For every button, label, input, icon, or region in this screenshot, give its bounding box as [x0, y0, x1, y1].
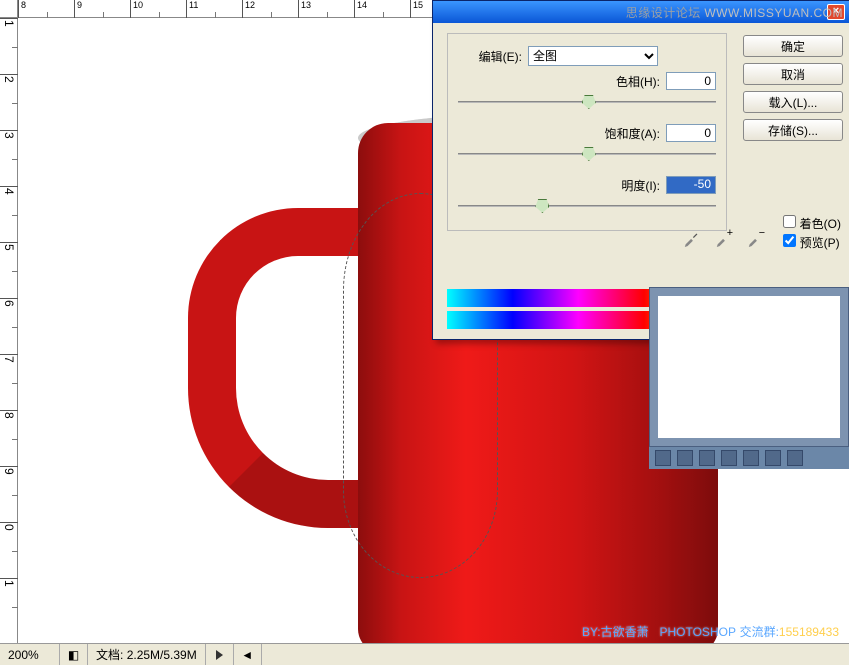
ruler-tick: 14 [354, 0, 410, 18]
saturation-track[interactable] [458, 146, 716, 162]
eyedropper-icon[interactable] [683, 229, 701, 247]
svg-text:+: + [727, 229, 733, 239]
eyedropper-add-icon[interactable]: + [715, 229, 733, 247]
edit-group: 编辑(E): 全图 色相(H): 饱和度(A): [447, 33, 727, 231]
slider-thumb-icon[interactable] [582, 95, 596, 109]
ruler-vertical: 11 12 13 14 15 16 17 18 19 20 21 [0, 18, 18, 643]
ruler-tick: 12 [0, 74, 18, 130]
ruler-tick: 13 [298, 0, 354, 18]
status-menu-icon[interactable] [206, 644, 234, 665]
hue-input[interactable] [666, 72, 716, 90]
ruler-tick: 13 [0, 130, 18, 186]
dialog-checkboxes: 着色(O) 预览(P) [783, 213, 841, 253]
save-button[interactable]: 存储(S)... [743, 119, 843, 141]
svg-text:−: − [759, 229, 765, 239]
adjustment-icon[interactable] [721, 450, 737, 466]
cancel-button[interactable]: 取消 [743, 63, 843, 85]
mask-icon[interactable] [699, 450, 715, 466]
ruler-tick: 17 [0, 354, 18, 410]
panel-toolbar [649, 447, 849, 469]
ruler-tick: 14 [0, 186, 18, 242]
ruler-tick: 11 [0, 18, 18, 74]
hue-track[interactable] [458, 94, 716, 110]
colorize-checkbox[interactable]: 着色(O) [783, 215, 841, 232]
lightness-slider[interactable]: 明度(I): -50 [458, 176, 716, 214]
saturation-input[interactable] [666, 124, 716, 142]
lightness-input[interactable]: -50 [666, 176, 716, 194]
zoom-level[interactable]: 200% [0, 644, 60, 665]
hue-label: 色相(H): [458, 73, 666, 90]
watermark: 思缘设计论坛 WWW.MISSYUAN.COM [626, 4, 843, 21]
hue-slider[interactable]: 色相(H): [458, 72, 716, 110]
edit-select[interactable]: 全图 [528, 46, 658, 66]
folder-icon[interactable] [743, 450, 759, 466]
new-layer-icon[interactable] [765, 450, 781, 466]
load-button[interactable]: 载入(L)... [743, 91, 843, 113]
ok-button[interactable]: 确定 [743, 35, 843, 57]
ruler-tick: 19 [0, 466, 18, 522]
ruler-tick: 9 [74, 0, 130, 18]
ruler-tick: 18 [0, 410, 18, 466]
trash-icon[interactable] [787, 450, 803, 466]
slider-thumb-icon[interactable] [535, 199, 549, 213]
ruler-tick: 12 [242, 0, 298, 18]
scroll-left-icon[interactable]: ◄ [234, 644, 262, 665]
ruler-tick: 20 [0, 522, 18, 578]
eyedropper-tools: + − [683, 229, 765, 247]
ruler-tick: 8 [18, 0, 74, 18]
ruler-tick: 16 [0, 298, 18, 354]
ruler-tick: 21 [0, 578, 18, 634]
author-credit: BY:古欲香萧 PHOTOSHOP 交流群:155189433 [582, 623, 839, 640]
navigator-panel[interactable] [649, 287, 849, 447]
layer-style-icon[interactable] [677, 450, 693, 466]
doc-size: 文档: 2.25M/5.39M [88, 644, 206, 665]
ruler-tick: 10 [130, 0, 186, 18]
saturation-slider[interactable]: 饱和度(A): [458, 124, 716, 162]
ruler-tick: 15 [0, 242, 18, 298]
link-icon[interactable] [655, 450, 671, 466]
status-icon[interactable]: ◧ [60, 644, 88, 665]
edit-label: 编辑(E): [458, 48, 528, 65]
lightness-track[interactable] [458, 198, 716, 214]
lightness-label: 明度(I): [458, 177, 666, 194]
ruler-tick: 11 [186, 0, 242, 18]
ruler-corner [0, 0, 18, 18]
saturation-label: 饱和度(A): [458, 125, 666, 142]
preview-checkbox[interactable]: 预览(P) [783, 234, 841, 251]
eyedropper-subtract-icon[interactable]: − [747, 229, 765, 247]
dialog-buttons: 确定 取消 载入(L)... 存储(S)... [743, 35, 843, 147]
status-bar: 200% ◧ 文档: 2.25M/5.39M ◄ [0, 643, 849, 665]
slider-thumb-icon[interactable] [582, 147, 596, 161]
